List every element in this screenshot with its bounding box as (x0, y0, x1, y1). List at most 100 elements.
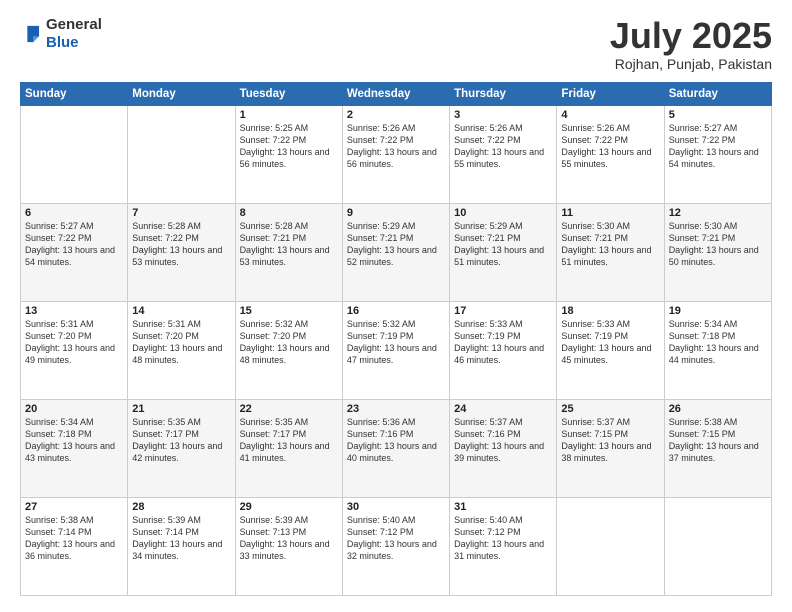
table-row: 13 Sunrise: 5:31 AMSunset: 7:20 PMDaylig… (21, 301, 128, 399)
table-row (21, 105, 128, 203)
day-detail: Sunrise: 5:28 AMSunset: 7:22 PMDaylight:… (132, 220, 230, 269)
day-number: 29 (240, 501, 338, 513)
day-number: 8 (240, 207, 338, 219)
table-row: 15 Sunrise: 5:32 AMSunset: 7:20 PMDaylig… (235, 301, 342, 399)
day-number: 17 (454, 305, 552, 317)
table-row: 5 Sunrise: 5:27 AMSunset: 7:22 PMDayligh… (664, 105, 771, 203)
table-row: 8 Sunrise: 5:28 AMSunset: 7:21 PMDayligh… (235, 203, 342, 301)
page: General Blue July 2025 Rojhan, Punjab, P… (0, 0, 792, 612)
day-detail: Sunrise: 5:29 AMSunset: 7:21 PMDaylight:… (454, 220, 552, 269)
day-detail: Sunrise: 5:39 AMSunset: 7:14 PMDaylight:… (132, 514, 230, 563)
table-row (664, 497, 771, 595)
col-friday: Friday (557, 82, 664, 105)
day-number: 9 (347, 207, 445, 219)
table-row: 14 Sunrise: 5:31 AMSunset: 7:20 PMDaylig… (128, 301, 235, 399)
col-saturday: Saturday (664, 82, 771, 105)
table-row: 1 Sunrise: 5:25 AMSunset: 7:22 PMDayligh… (235, 105, 342, 203)
table-row: 29 Sunrise: 5:39 AMSunset: 7:13 PMDaylig… (235, 497, 342, 595)
day-detail: Sunrise: 5:35 AMSunset: 7:17 PMDaylight:… (132, 416, 230, 465)
day-number: 27 (25, 501, 123, 513)
day-detail: Sunrise: 5:34 AMSunset: 7:18 PMDaylight:… (25, 416, 123, 465)
day-number: 14 (132, 305, 230, 317)
day-number: 26 (669, 403, 767, 415)
table-row: 12 Sunrise: 5:30 AMSunset: 7:21 PMDaylig… (664, 203, 771, 301)
day-number: 21 (132, 403, 230, 415)
day-number: 18 (561, 305, 659, 317)
table-row: 7 Sunrise: 5:28 AMSunset: 7:22 PMDayligh… (128, 203, 235, 301)
day-number: 11 (561, 207, 659, 219)
table-row: 25 Sunrise: 5:37 AMSunset: 7:15 PMDaylig… (557, 399, 664, 497)
table-row: 18 Sunrise: 5:33 AMSunset: 7:19 PMDaylig… (557, 301, 664, 399)
table-row: 17 Sunrise: 5:33 AMSunset: 7:19 PMDaylig… (450, 301, 557, 399)
table-row: 9 Sunrise: 5:29 AMSunset: 7:21 PMDayligh… (342, 203, 449, 301)
day-detail: Sunrise: 5:26 AMSunset: 7:22 PMDaylight:… (561, 122, 659, 171)
day-number: 3 (454, 109, 552, 121)
header: General Blue July 2025 Rojhan, Punjab, P… (20, 16, 772, 72)
logo-general: General (46, 16, 102, 33)
calendar: Sunday Monday Tuesday Wednesday Thursday… (20, 82, 772, 596)
day-detail: Sunrise: 5:26 AMSunset: 7:22 PMDaylight:… (454, 122, 552, 171)
day-detail: Sunrise: 5:40 AMSunset: 7:12 PMDaylight:… (454, 514, 552, 563)
day-number: 2 (347, 109, 445, 121)
table-row: 19 Sunrise: 5:34 AMSunset: 7:18 PMDaylig… (664, 301, 771, 399)
title-block: July 2025 Rojhan, Punjab, Pakistan (610, 16, 772, 72)
table-row: 27 Sunrise: 5:38 AMSunset: 7:14 PMDaylig… (21, 497, 128, 595)
day-number: 13 (25, 305, 123, 317)
table-row: 11 Sunrise: 5:30 AMSunset: 7:21 PMDaylig… (557, 203, 664, 301)
day-detail: Sunrise: 5:33 AMSunset: 7:19 PMDaylight:… (561, 318, 659, 367)
col-sunday: Sunday (21, 82, 128, 105)
day-detail: Sunrise: 5:29 AMSunset: 7:21 PMDaylight:… (347, 220, 445, 269)
day-number: 22 (240, 403, 338, 415)
day-detail: Sunrise: 5:33 AMSunset: 7:19 PMDaylight:… (454, 318, 552, 367)
day-detail: Sunrise: 5:39 AMSunset: 7:13 PMDaylight:… (240, 514, 338, 563)
day-detail: Sunrise: 5:27 AMSunset: 7:22 PMDaylight:… (669, 122, 767, 171)
day-detail: Sunrise: 5:30 AMSunset: 7:21 PMDaylight:… (561, 220, 659, 269)
day-number: 24 (454, 403, 552, 415)
table-row: 24 Sunrise: 5:37 AMSunset: 7:16 PMDaylig… (450, 399, 557, 497)
location: Rojhan, Punjab, Pakistan (610, 56, 772, 72)
day-number: 5 (669, 109, 767, 121)
calendar-week-3: 13 Sunrise: 5:31 AMSunset: 7:20 PMDaylig… (21, 301, 772, 399)
day-detail: Sunrise: 5:32 AMSunset: 7:19 PMDaylight:… (347, 318, 445, 367)
calendar-week-5: 27 Sunrise: 5:38 AMSunset: 7:14 PMDaylig… (21, 497, 772, 595)
day-detail: Sunrise: 5:38 AMSunset: 7:14 PMDaylight:… (25, 514, 123, 563)
day-number: 23 (347, 403, 445, 415)
table-row: 26 Sunrise: 5:38 AMSunset: 7:15 PMDaylig… (664, 399, 771, 497)
day-number: 31 (454, 501, 552, 513)
header-row: Sunday Monday Tuesday Wednesday Thursday… (21, 82, 772, 105)
day-number: 15 (240, 305, 338, 317)
table-row (557, 497, 664, 595)
logo: General Blue (20, 16, 102, 52)
day-number: 1 (240, 109, 338, 121)
calendar-week-1: 1 Sunrise: 5:25 AMSunset: 7:22 PMDayligh… (21, 105, 772, 203)
day-detail: Sunrise: 5:40 AMSunset: 7:12 PMDaylight:… (347, 514, 445, 563)
day-detail: Sunrise: 5:26 AMSunset: 7:22 PMDaylight:… (347, 122, 445, 171)
col-thursday: Thursday (450, 82, 557, 105)
day-detail: Sunrise: 5:27 AMSunset: 7:22 PMDaylight:… (25, 220, 123, 269)
table-row: 10 Sunrise: 5:29 AMSunset: 7:21 PMDaylig… (450, 203, 557, 301)
table-row: 28 Sunrise: 5:39 AMSunset: 7:14 PMDaylig… (128, 497, 235, 595)
col-wednesday: Wednesday (342, 82, 449, 105)
calendar-week-4: 20 Sunrise: 5:34 AMSunset: 7:18 PMDaylig… (21, 399, 772, 497)
day-detail: Sunrise: 5:36 AMSunset: 7:16 PMDaylight:… (347, 416, 445, 465)
table-row: 16 Sunrise: 5:32 AMSunset: 7:19 PMDaylig… (342, 301, 449, 399)
table-row: 20 Sunrise: 5:34 AMSunset: 7:18 PMDaylig… (21, 399, 128, 497)
day-number: 19 (669, 305, 767, 317)
table-row: 4 Sunrise: 5:26 AMSunset: 7:22 PMDayligh… (557, 105, 664, 203)
day-detail: Sunrise: 5:25 AMSunset: 7:22 PMDaylight:… (240, 122, 338, 171)
logo-icon (20, 23, 42, 45)
day-number: 10 (454, 207, 552, 219)
logo-text: General Blue (46, 16, 102, 52)
table-row: 2 Sunrise: 5:26 AMSunset: 7:22 PMDayligh… (342, 105, 449, 203)
table-row: 23 Sunrise: 5:36 AMSunset: 7:16 PMDaylig… (342, 399, 449, 497)
table-row: 22 Sunrise: 5:35 AMSunset: 7:17 PMDaylig… (235, 399, 342, 497)
month-title: July 2025 (610, 16, 772, 56)
day-detail: Sunrise: 5:38 AMSunset: 7:15 PMDaylight:… (669, 416, 767, 465)
day-number: 20 (25, 403, 123, 415)
day-detail: Sunrise: 5:37 AMSunset: 7:15 PMDaylight:… (561, 416, 659, 465)
day-number: 7 (132, 207, 230, 219)
day-detail: Sunrise: 5:31 AMSunset: 7:20 PMDaylight:… (132, 318, 230, 367)
day-detail: Sunrise: 5:28 AMSunset: 7:21 PMDaylight:… (240, 220, 338, 269)
day-detail: Sunrise: 5:31 AMSunset: 7:20 PMDaylight:… (25, 318, 123, 367)
day-number: 12 (669, 207, 767, 219)
